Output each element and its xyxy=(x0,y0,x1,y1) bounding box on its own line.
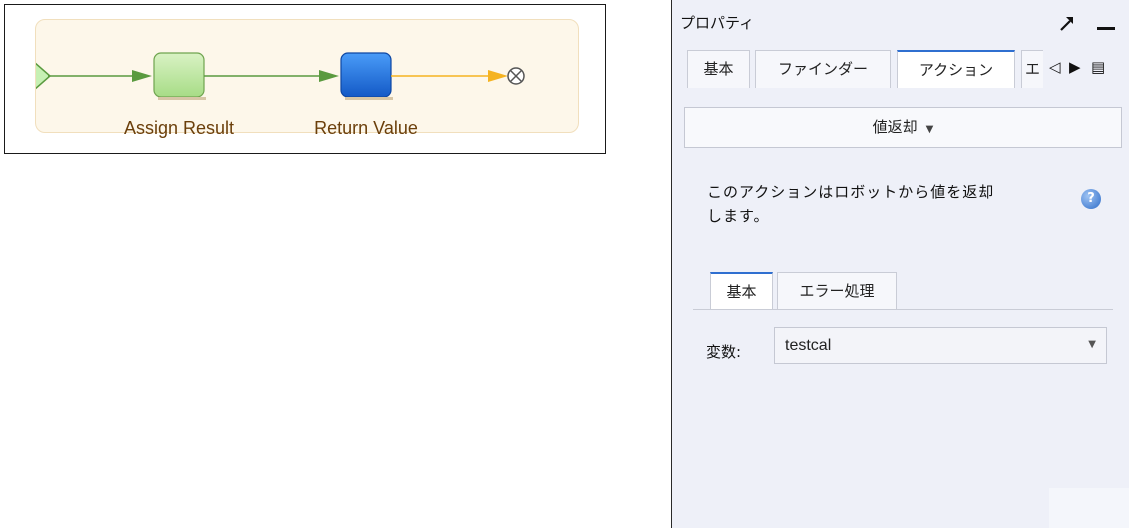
variable-label: 変数: xyxy=(706,343,742,361)
tab-scroll-left-icon[interactable]: ◁ xyxy=(1049,58,1061,76)
variable-dropdown[interactable]: testcal ▼ xyxy=(774,327,1107,364)
start-arrow-icon[interactable] xyxy=(36,62,52,90)
return-value-shadow xyxy=(345,97,393,100)
tab-error-handling-truncated[interactable]: エ xyxy=(1021,50,1043,88)
workflow-diagram xyxy=(36,52,525,100)
panel-title: プロパティ xyxy=(680,14,755,32)
minimize-icon[interactable] xyxy=(1097,27,1115,30)
help-icon[interactable]: ? xyxy=(1081,189,1101,209)
assign-result-shadow xyxy=(158,97,206,100)
chevron-down-icon: ▼ xyxy=(1088,339,1096,350)
connector-arrow-icon xyxy=(319,70,339,82)
connector-arrow-icon xyxy=(132,70,152,82)
end-cancel-icon[interactable] xyxy=(507,67,525,85)
action-description: このアクションはロボットから値を返却 します。 xyxy=(707,180,1047,228)
chevron-down-icon: ▼ xyxy=(925,124,934,135)
panel-corner xyxy=(1049,488,1129,528)
assign-result-step[interactable] xyxy=(153,52,205,98)
description-line-2: します。 xyxy=(707,207,770,225)
action-type-label: 値返却 xyxy=(872,118,918,136)
workflow-area: Assign Result Return Value xyxy=(35,19,579,138)
assign-result-label: Assign Result xyxy=(123,118,235,138)
divider xyxy=(693,309,1113,310)
tab-action[interactable]: アクション xyxy=(897,50,1015,88)
pin-icon[interactable] xyxy=(1058,14,1076,32)
action-type-dropdown[interactable]: 値返却 ▼ xyxy=(684,107,1122,148)
properties-panel: プロパティ 基本 ファインダー アクション エ ◁ ▶ ▤ 値返却 ▼ このアクシ… xyxy=(671,0,1129,528)
return-value-step[interactable] xyxy=(340,52,392,98)
return-value-label: Return Value xyxy=(314,118,418,138)
description-line-1: このアクションはロボットから値を返却 xyxy=(707,183,995,201)
tab-scroll-right-icon[interactable]: ▶ xyxy=(1069,58,1081,76)
subtab-basic[interactable]: 基本 xyxy=(710,272,773,310)
tab-list-icon[interactable]: ▤ xyxy=(1091,58,1105,76)
variable-value: testcal xyxy=(785,337,832,354)
subtab-error-handling[interactable]: エラー処理 xyxy=(777,272,897,310)
connector-arrow-icon xyxy=(488,70,508,82)
workflow-canvas: Assign Result Return Value xyxy=(4,4,606,154)
tab-finder[interactable]: ファインダー xyxy=(755,50,891,88)
tab-basic[interactable]: 基本 xyxy=(687,50,750,88)
